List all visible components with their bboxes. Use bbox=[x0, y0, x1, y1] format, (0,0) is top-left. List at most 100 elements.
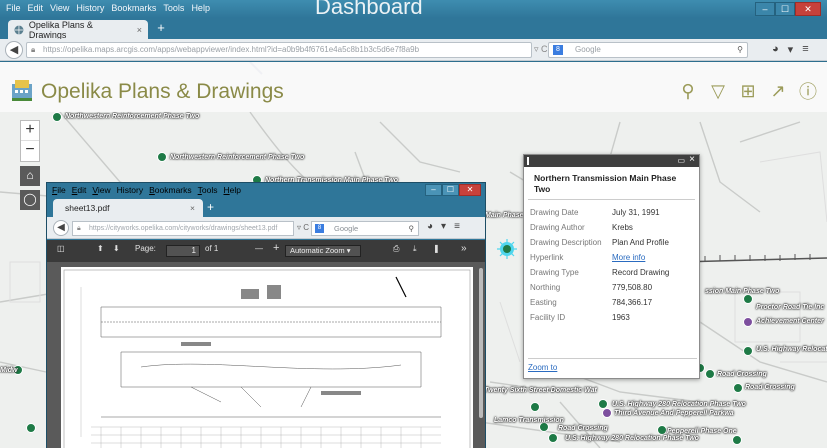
sidebar-toggle-icon[interactable]: ◫ bbox=[57, 244, 65, 253]
feature-popup: ▭ × Northern Transmission Main Phase Two… bbox=[523, 154, 700, 379]
more-info-link[interactable]: More info bbox=[612, 250, 669, 265]
help-icon[interactable]: ⓘ bbox=[797, 80, 819, 102]
search-input[interactable]: 8 Google ⚲ bbox=[311, 221, 419, 236]
zoom-in-button[interactable]: + bbox=[273, 242, 279, 254]
hamburger-menu-icon[interactable]: ≡ bbox=[802, 43, 808, 56]
window-caption: Dashboard bbox=[315, 0, 423, 19]
hamburger-menu-icon[interactable]: ≡ bbox=[454, 221, 460, 232]
attribute-row: Hyperlink More info bbox=[530, 250, 669, 265]
download-icon[interactable]: ⤓ bbox=[413, 244, 417, 254]
locate-icon[interactable]: ◯ bbox=[20, 190, 40, 210]
attribute-label: Northing bbox=[530, 283, 561, 292]
selected-marker-highlight bbox=[497, 239, 517, 259]
share-icon[interactable]: ↗ bbox=[767, 80, 789, 102]
map-feature-label: Midw bbox=[0, 367, 18, 374]
map-feature-label: Road Crossing bbox=[558, 425, 608, 432]
browser-toolbar-right: ◕ ▾ ≡ bbox=[772, 43, 809, 56]
map-feature-label: Twenty Sixth Street Domestic Wat bbox=[484, 387, 597, 394]
bookmark-icon[interactable]: ❚ bbox=[433, 244, 440, 253]
zoom-select[interactable]: Automatic Zoom ▾ bbox=[285, 245, 361, 257]
url-bar[interactable]: 🔒︎ https://opelika.maps.arcgis.com/apps/… bbox=[26, 42, 532, 58]
search-icon[interactable]: ⚲ bbox=[677, 80, 699, 102]
menu-item-edit[interactable]: Edit bbox=[72, 185, 87, 195]
map-marker bbox=[733, 383, 743, 393]
dropdown-icon[interactable]: ▾ bbox=[788, 43, 794, 56]
menu-item-bookmarks[interactable]: Bookmarks bbox=[149, 185, 192, 195]
grid-icon[interactable]: ⊞ bbox=[737, 80, 759, 102]
attribute-row: Drawing Author Krebs bbox=[530, 220, 669, 235]
scrollbar-thumb[interactable] bbox=[479, 268, 483, 418]
filter-icon[interactable]: ▽ bbox=[707, 80, 729, 102]
browser-navbar: ◀ 🔒︎ https://opelika.maps.arcgis.com/app… bbox=[0, 39, 827, 61]
dropdown-icon[interactable]: ▾ bbox=[441, 221, 446, 232]
menu-item-history[interactable]: History bbox=[76, 3, 104, 13]
menu-text: History bbox=[116, 185, 144, 195]
menu-item-view[interactable]: View bbox=[92, 185, 110, 195]
page-number-input[interactable]: 1 bbox=[166, 245, 200, 257]
tab-sheet13[interactable]: sheet13.pdf × bbox=[53, 199, 203, 217]
url-bar[interactable]: 🔒︎ https://cityworks.opelika.com/citywor… bbox=[72, 221, 294, 236]
attribute-row: Drawing Description Plan And Profile bbox=[530, 235, 669, 250]
map-marker bbox=[743, 346, 753, 356]
menu-item-tools[interactable]: Tools bbox=[163, 3, 184, 13]
browser-titlebar: File Edit View History Bookmarks Tools Help Da… bbox=[0, 0, 827, 19]
map-feature-label: Proctor Road Tie Inc bbox=[756, 304, 825, 311]
pdf-scrollbar[interactable] bbox=[477, 262, 485, 448]
next-page-icon[interactable]: ⬇ bbox=[113, 244, 120, 253]
menu-item-tools[interactable]: Tools bbox=[198, 185, 218, 195]
previous-page-icon[interactable]: ⬆ bbox=[97, 244, 104, 253]
attribute-table: Drawing Date July 31, 1991 Drawing Author K… bbox=[530, 205, 669, 325]
zoom-control: + − bbox=[20, 120, 40, 162]
close-icon[interactable]: × bbox=[689, 154, 695, 165]
close-window-button[interactable]: ✕ bbox=[459, 184, 481, 196]
new-tab-button[interactable]: + bbox=[207, 200, 214, 214]
maximize-icon[interactable]: ▭ bbox=[677, 156, 685, 165]
pdf-navbar: ◀ 🔒︎ https://cityworks.opelika.com/cityw… bbox=[47, 217, 485, 239]
menu-item-bookmarks[interactable]: Bookmarks bbox=[111, 3, 156, 13]
search-icon[interactable]: ⚲ bbox=[737, 43, 743, 57]
reload-icon[interactable]: ▿ C bbox=[297, 223, 309, 232]
addon-icon[interactable]: ◕ bbox=[427, 221, 433, 232]
tab-close-button[interactable]: × bbox=[137, 25, 142, 35]
addon-icon[interactable]: ◕ bbox=[772, 43, 779, 56]
zoom-out-button[interactable]: − bbox=[21, 141, 39, 161]
popup-grip[interactable] bbox=[527, 157, 529, 165]
menu-text: ools bbox=[201, 185, 218, 195]
map-feature-label: U.S. Highway Relocat bbox=[756, 346, 827, 353]
map-feature-label: Lamco Transmission bbox=[494, 417, 564, 424]
attribute-label: Drawing Description bbox=[530, 238, 602, 247]
print-icon[interactable]: ⎙ bbox=[393, 244, 399, 254]
maximize-button[interactable]: ☐ bbox=[775, 2, 795, 16]
search-input[interactable]: 8 Google ⚲ bbox=[548, 42, 748, 58]
building-logo-icon bbox=[12, 80, 32, 101]
home-icon[interactable]: ⌂ bbox=[20, 166, 40, 186]
menu-item-edit[interactable]: Edit bbox=[28, 3, 44, 13]
menu-item-view[interactable]: View bbox=[50, 3, 69, 13]
attribute-value: Record Drawing bbox=[612, 268, 670, 277]
more-tools-button[interactable]: » bbox=[461, 243, 467, 254]
menu-item-help[interactable]: Help bbox=[223, 185, 240, 195]
new-tab-button[interactable]: + bbox=[152, 21, 170, 36]
back-button[interactable]: ◀ bbox=[53, 220, 69, 236]
zoom-to-link[interactable]: Zoom to bbox=[528, 358, 697, 372]
search-icon[interactable]: ⚲ bbox=[409, 222, 415, 235]
close-window-button[interactable]: ✕ bbox=[795, 2, 821, 16]
menu-item-history[interactable]: History bbox=[117, 185, 143, 195]
minimize-button[interactable]: – bbox=[755, 2, 775, 16]
tab-close-button[interactable]: × bbox=[190, 203, 195, 213]
zoom-out-button[interactable]: — bbox=[255, 244, 263, 253]
menu-item-file[interactable]: File bbox=[52, 185, 66, 195]
tab-opelika[interactable]: Opelika Plans & Drawings × bbox=[8, 20, 148, 40]
pdf-document-area[interactable] bbox=[47, 262, 477, 448]
reload-icon[interactable]: ▿ C bbox=[534, 44, 548, 55]
search-placeholder: Google bbox=[575, 45, 601, 54]
attribute-value: Plan And Profile bbox=[612, 238, 669, 247]
zoom-in-button[interactable]: + bbox=[21, 121, 39, 141]
menu-item-help[interactable]: Help bbox=[191, 3, 210, 13]
attribute-row: Easting 784,366.17 bbox=[530, 295, 669, 310]
maximize-button[interactable]: ☐ bbox=[442, 184, 459, 196]
back-button[interactable]: ◀ bbox=[5, 41, 23, 59]
search-placeholder: Google bbox=[334, 224, 359, 233]
menu-item-file[interactable]: File bbox=[6, 3, 21, 13]
minimize-button[interactable]: – bbox=[425, 184, 442, 196]
